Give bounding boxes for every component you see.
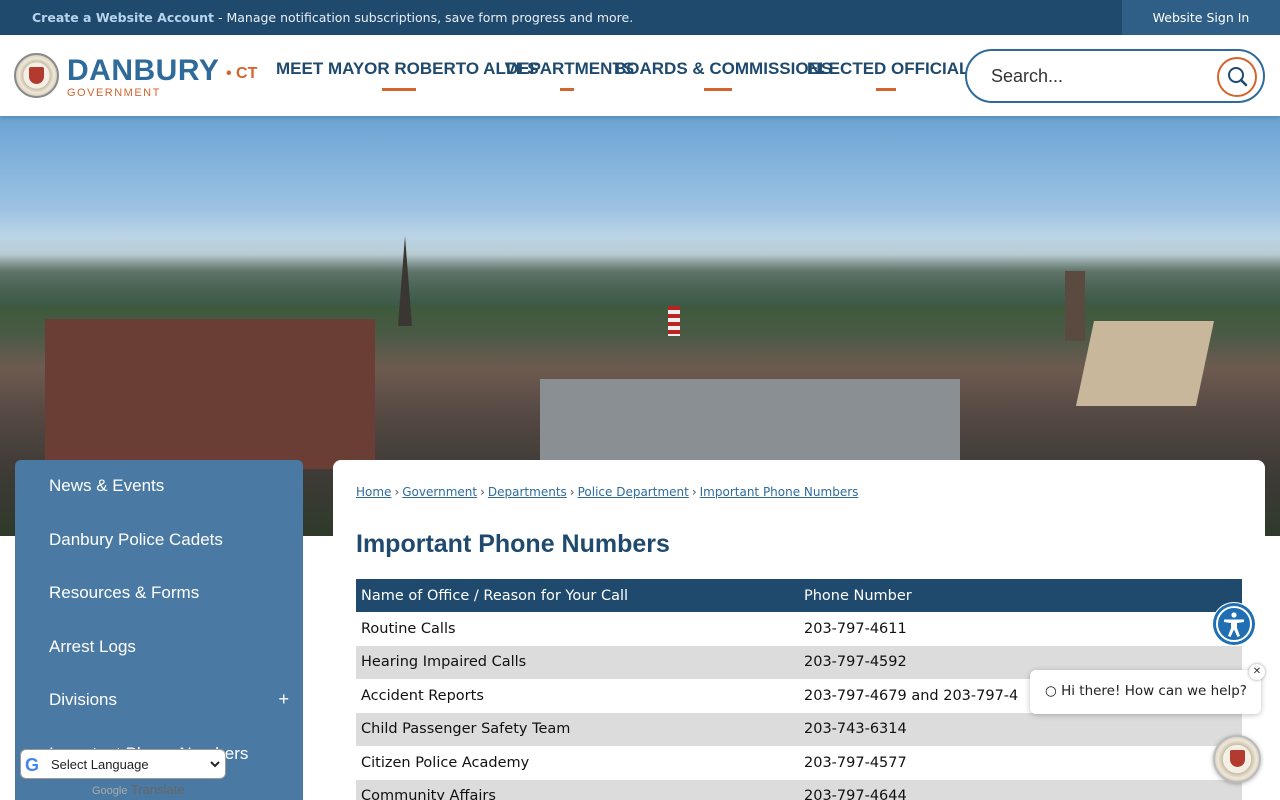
table-row: Routine Calls 203-797-4611 xyxy=(356,612,1242,646)
powered-by-translate: Google Translate xyxy=(92,782,185,797)
brand-name: DANBURY xyxy=(67,54,220,87)
nav-underline xyxy=(704,88,732,91)
nav-label: ELECTED OFFICIALS xyxy=(807,59,981,78)
powered-by-google: Google xyxy=(92,785,128,797)
column-header-phone: Phone Number xyxy=(799,579,1242,612)
hero-building xyxy=(45,319,375,469)
search-icon xyxy=(1228,67,1248,87)
home-logo-link[interactable]: DANBURY GOVERNMENT • CT xyxy=(67,54,257,100)
language-select[interactable]: Select Language xyxy=(47,754,223,775)
accessibility-button[interactable] xyxy=(1212,602,1256,646)
table-row: Child Passenger Safety Team 203-743-6314 xyxy=(356,712,1242,746)
brand-state: • CT xyxy=(226,65,258,82)
hero-hills xyxy=(0,236,1280,306)
breadcrumb-police-department[interactable]: Police Department xyxy=(578,485,689,499)
hero-building xyxy=(1075,321,1215,406)
chat-greeting-bubble[interactable]: ○ Hi there! How can we help? ✕ xyxy=(1030,664,1265,714)
accessibility-icon xyxy=(1213,603,1255,645)
sidenav-item-resources-forms[interactable]: Resources & Forms xyxy=(49,583,199,603)
nav-underline xyxy=(382,88,416,91)
sidenav-item-divisions[interactable]: Divisions xyxy=(49,690,117,710)
breadcrumb-separator: › xyxy=(394,485,400,499)
chat-launcher-seal[interactable] xyxy=(1213,735,1261,783)
breadcrumb-home[interactable]: Home xyxy=(356,485,391,499)
nav-label: MEET MAYOR ROBERTO ALVES xyxy=(276,59,539,78)
main-content: Home › Government › Departments › Police Depar… xyxy=(333,460,1265,800)
website-sign-in-button[interactable]: Website Sign In xyxy=(1122,0,1280,35)
phone-cell: 203-743-6314 xyxy=(799,712,1242,746)
hero-building xyxy=(540,379,960,469)
page-title: Important Phone Numbers xyxy=(356,530,670,558)
brand-subtitle: GOVERNMENT xyxy=(67,87,161,99)
search-button[interactable] xyxy=(1217,57,1257,97)
chat-icon: ○ xyxy=(1045,683,1057,699)
office-cell: Accident Reports xyxy=(356,679,799,713)
sidenav-item-news-events[interactable]: News & Events xyxy=(49,476,164,496)
nav-underline xyxy=(876,88,896,91)
table-row: Citizen Police Academy 203-797-4577 xyxy=(356,746,1242,780)
top-utility-bar: Create a Website Account - Manage notifi… xyxy=(0,0,1280,35)
city-seal-logo[interactable] xyxy=(14,53,59,98)
chat-greeting: ○ Hi there! How can we help? xyxy=(1045,683,1247,699)
phone-cell: 203-797-4644 xyxy=(799,779,1242,800)
office-cell: Citizen Police Academy xyxy=(356,746,799,780)
nav-label: BOARDS & COMMISSIONS xyxy=(614,59,833,78)
breadcrumb-separator: › xyxy=(691,485,697,499)
create-account-link[interactable]: Create a Website Account xyxy=(32,10,214,25)
google-translate-widget: G Select Language xyxy=(20,749,226,779)
account-message: Create a Website Account - Manage notifi… xyxy=(32,10,633,25)
office-cell: Hearing Impaired Calls xyxy=(356,645,799,679)
phone-cell: 203-797-4577 xyxy=(799,746,1242,780)
chat-greeting-text: Hi there! How can we help? xyxy=(1061,683,1247,699)
table-row: Community Affairs 203-797-4644 xyxy=(356,779,1242,800)
breadcrumb-current-page[interactable]: Important Phone Numbers xyxy=(700,485,859,499)
office-cell: Community Affairs xyxy=(356,779,799,800)
breadcrumb-separator: › xyxy=(480,485,485,499)
google-logo-icon: G xyxy=(25,755,40,775)
phone-cell: 203-797-4611 xyxy=(799,612,1242,646)
search-input[interactable] xyxy=(991,63,1211,89)
nav-boards-commissions[interactable]: BOARDS & COMMISSIONS xyxy=(614,59,832,99)
breadcrumb-government[interactable]: Government xyxy=(402,485,477,499)
hero-tower xyxy=(1065,271,1085,341)
expand-divisions-button[interactable]: + xyxy=(278,689,289,710)
sidenav-item-police-cadets[interactable]: Danbury Police Cadets xyxy=(49,530,223,550)
account-message-text: - Manage notification subscriptions, sav… xyxy=(214,10,634,25)
nav-meet-mayor[interactable]: MEET MAYOR ROBERTO ALVES xyxy=(276,59,539,99)
column-header-office: Name of Office / Reason for Your Call xyxy=(356,579,799,612)
sidenav-item-arrest-logs[interactable]: Arrest Logs xyxy=(49,637,136,657)
breadcrumb: Home › Government › Departments › Police Depar… xyxy=(356,485,858,499)
nav-elected-officials[interactable]: ELECTED OFFICIALS xyxy=(807,59,981,99)
breadcrumb-separator: › xyxy=(569,485,575,499)
office-cell: Child Passenger Safety Team xyxy=(356,712,799,746)
translate-label[interactable]: Translate xyxy=(131,782,185,797)
nav-underline xyxy=(560,88,574,91)
office-cell: Routine Calls xyxy=(356,612,799,646)
search-box xyxy=(965,49,1265,103)
hero-flag xyxy=(668,306,680,336)
chat-close-button[interactable]: ✕ xyxy=(1249,664,1265,680)
site-header: DANBURY GOVERNMENT • CT MEET MAYOR ROBER… xyxy=(0,35,1280,116)
breadcrumb-departments[interactable]: Departments xyxy=(488,485,567,499)
table-header-row: Name of Office / Reason for Your Call Ph… xyxy=(356,579,1242,612)
